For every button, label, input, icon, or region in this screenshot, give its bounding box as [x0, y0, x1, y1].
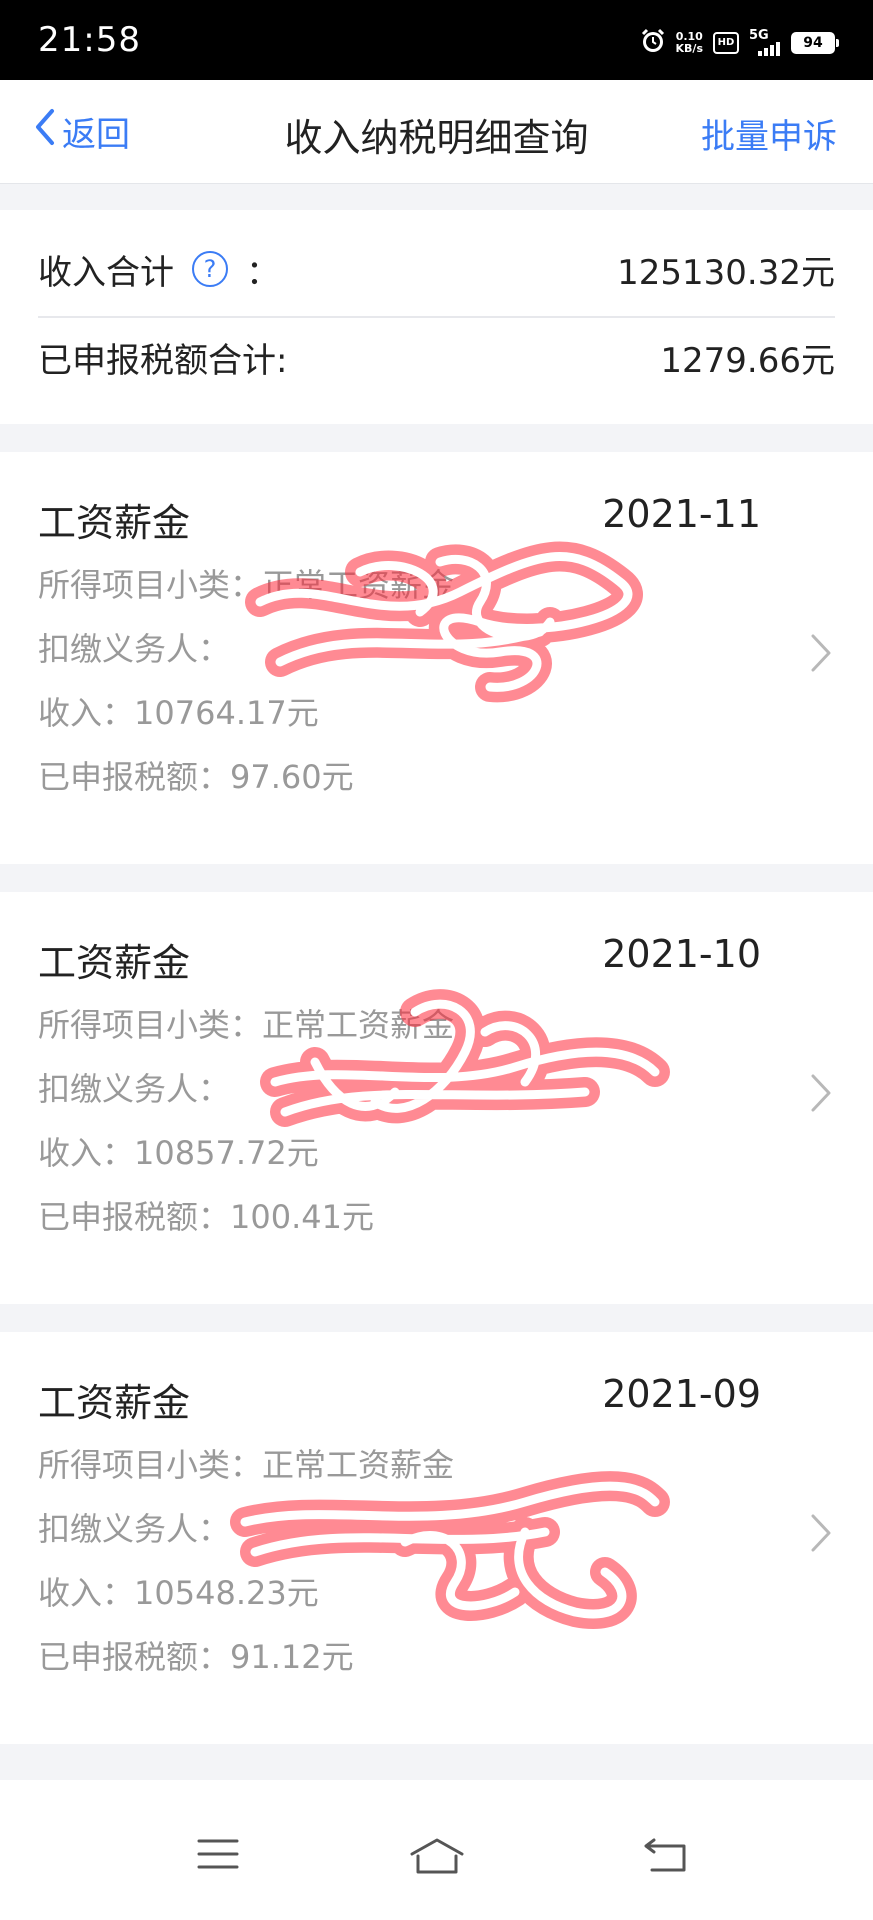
withholder-label: 扣缴义务人：	[38, 1510, 231, 1548]
subcategory-line: 所得项目小类：正常工资薪金	[38, 560, 454, 606]
record-period: 2021-09	[602, 1372, 761, 1416]
header-bar: 返回 收入纳税明细查询 批量申诉	[0, 80, 873, 184]
subcategory-line: 所得项目小类：正常工资薪金	[38, 1000, 454, 1046]
redaction-scribble	[245, 541, 643, 703]
income-line: 收入：10548.23元	[38, 1568, 319, 1614]
income-value: 10857.72元	[134, 1134, 319, 1172]
back-label: 返回	[62, 115, 130, 155]
income-total-value: 125130.32元	[617, 252, 835, 293]
record-period: 2021-10	[602, 932, 761, 976]
hd-badge: HD	[713, 32, 739, 54]
income-line: 收入：10857.72元	[38, 1128, 319, 1174]
income-total-label: 收入合计	[38, 252, 174, 293]
speed-unit: KB/s	[675, 42, 703, 55]
status-icons: 0.10 KB/s HD 5G 94	[640, 27, 839, 59]
back-icon[interactable]	[642, 1836, 690, 1878]
tax-label: 已申报税额：	[38, 1198, 231, 1236]
withholder-line: 扣缴义务人：	[38, 624, 230, 670]
battery-icon: 94	[791, 32, 839, 54]
income-label: 收入：	[38, 1574, 135, 1612]
summary-panel: 收入合计 ? ： 125130.32元 已申报税额合计: 1279.66元	[0, 210, 873, 424]
record-period: 2021-11	[602, 492, 761, 536]
withholder-line: 扣缴义务人：	[38, 1504, 230, 1550]
tax-value: 91.12元	[230, 1638, 354, 1676]
tax-label: 已申报税额：	[38, 758, 231, 796]
withholder-line: 扣缴义务人：	[38, 1064, 230, 1110]
income-label: 收入：	[38, 1134, 135, 1172]
record-card[interactable]: 工资薪金 2021-09 所得项目小类：正常工资薪金 扣缴义务人： 收入：105…	[0, 1332, 873, 1744]
chevron-right-icon	[809, 1512, 833, 1558]
record-card[interactable]: 工资薪金 2021-11 所得项目小类：正常工资薪金 扣缴义务人： 收入：107…	[0, 452, 873, 864]
alarm-icon	[640, 28, 666, 58]
batch-appeal-button[interactable]: 批量申诉	[701, 109, 837, 158]
tax-line: 已申报税额：100.41元	[38, 1192, 374, 1238]
subcategory-label: 所得项目小类：	[38, 1006, 263, 1044]
tax-total-label: 已申报税额合计:	[38, 340, 288, 381]
chevron-right-icon	[809, 1072, 833, 1118]
income-total-colon: ：	[246, 252, 280, 293]
tax-line: 已申报税额：91.12元	[38, 1632, 354, 1678]
subcategory-label: 所得项目小类：	[38, 1446, 263, 1484]
income-value: 10764.17元	[134, 694, 319, 732]
tax-value: 100.41元	[230, 1198, 374, 1236]
subcategory-label: 所得项目小类：	[38, 566, 263, 604]
withholder-label: 扣缴义务人：	[38, 630, 231, 668]
subcategory-value: 正常工资薪金	[262, 1006, 455, 1044]
subcategory-line: 所得项目小类：正常工资薪金	[38, 1440, 454, 1486]
income-line: 收入：10764.17元	[38, 688, 319, 734]
menu-icon[interactable]	[196, 1836, 240, 1876]
chevron-right-icon	[809, 632, 833, 678]
status-time: 21:58	[38, 20, 141, 60]
network-speed: 0.10 KB/s	[676, 31, 703, 55]
signal-icon: 5G	[749, 28, 781, 56]
tax-total-value: 1279.66元	[660, 340, 835, 381]
income-total-row: 收入合计 ? ： 125130.32元	[38, 244, 835, 294]
subcategory-value: 正常工资薪金	[262, 566, 455, 604]
status-bar: 21:58 0.10 KB/s HD 5G 94	[0, 0, 873, 80]
question-circle-icon[interactable]: ?	[192, 251, 228, 287]
system-nav-bar	[0, 1780, 873, 1920]
income-type: 工资薪金	[38, 1381, 191, 1425]
income-value: 10548.23元	[134, 1574, 319, 1612]
record-card[interactable]: 工资薪金 2021-10 所得项目小类：正常工资薪金 扣缴义务人： 收入：108…	[0, 892, 873, 1304]
tax-value: 97.60元	[230, 758, 354, 796]
income-type: 工资薪金	[38, 501, 191, 545]
network-label: 5G	[749, 28, 769, 43]
subcategory-value: 正常工资薪金	[262, 1446, 455, 1484]
divider	[38, 316, 835, 318]
redaction-scribble	[260, 989, 670, 1127]
tax-label: 已申报税额：	[38, 1638, 231, 1676]
income-type: 工资薪金	[38, 941, 191, 985]
income-label: 收入：	[38, 694, 135, 732]
withholder-label: 扣缴义务人：	[38, 1070, 231, 1108]
tax-line: 已申报税额：97.60元	[38, 752, 354, 798]
home-icon[interactable]	[408, 1836, 466, 1880]
chevron-left-icon	[34, 108, 62, 155]
income-total-label-group: 收入合计 ? ：	[38, 245, 280, 294]
tax-total-row: 已申报税额合计: 1279.66元	[38, 332, 835, 382]
back-button[interactable]: 返回	[34, 107, 130, 156]
